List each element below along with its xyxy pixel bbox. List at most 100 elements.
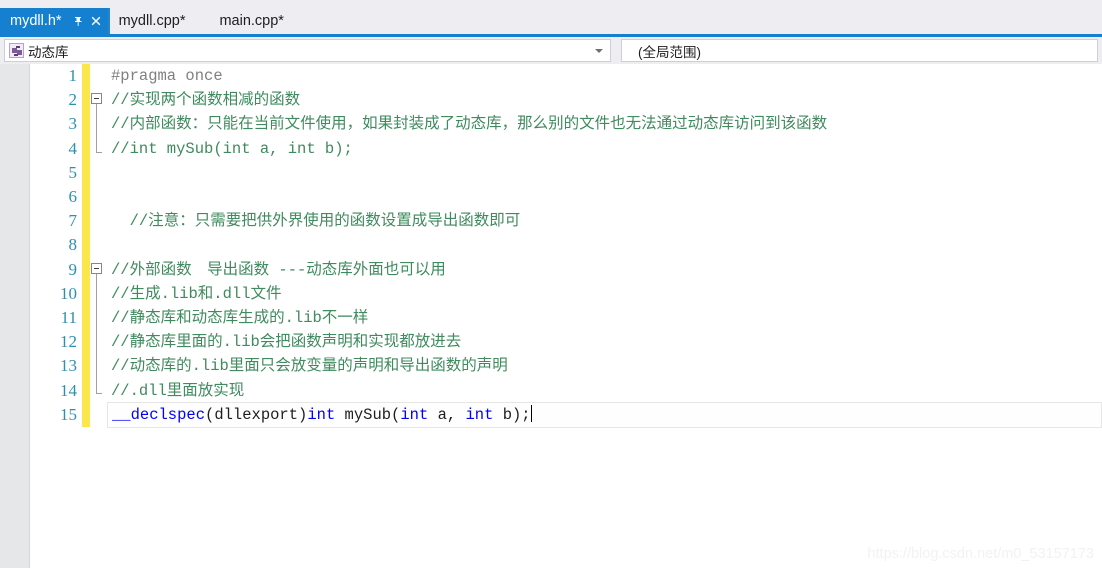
collapse-icon[interactable] — [91, 262, 102, 274]
tab-list: mydll.h* mydll.cpp* main.cpp* — [0, 8, 292, 34]
code-token: #pragma once — [111, 67, 223, 86]
code-line[interactable]: 5 — [31, 160, 1102, 185]
line-number: 5 — [68, 162, 78, 182]
change-bar — [82, 233, 90, 258]
fold-column[interactable] — [90, 330, 106, 355]
fold-column[interactable] — [90, 403, 106, 427]
tab-mydll-h-[interactable]: mydll.h* — [0, 8, 108, 34]
change-bar — [82, 305, 90, 331]
change-bar — [82, 378, 90, 403]
fold-column[interactable] — [90, 378, 106, 402]
code-token: //静态库里面的.lib会把函数声明和实现都放进去 — [111, 333, 462, 352]
fold-guide-end — [96, 378, 102, 395]
line-number: 12 — [60, 332, 77, 352]
fold-column[interactable] — [90, 209, 106, 233]
fold-column[interactable] — [90, 354, 106, 379]
fold-column[interactable] — [90, 161, 106, 185]
chevron-down-icon[interactable] — [595, 48, 603, 53]
fold-column[interactable] — [90, 185, 106, 209]
line-number: 6 — [68, 187, 78, 207]
code-text[interactable]: //生成.lib和.dll文件 — [106, 282, 1102, 306]
member-dropdown[interactable]: (全局范围) — [621, 39, 1098, 62]
indicator-margin[interactable] — [0, 64, 30, 568]
fold-column[interactable] — [90, 136, 106, 161]
fold-column[interactable] — [90, 233, 106, 257]
scope-dropdown[interactable]: 动态库 — [4, 39, 611, 62]
fold-column[interactable] — [90, 258, 106, 282]
code-line[interactable]: 2 //实现两个函数相减的函数 — [31, 88, 1102, 113]
fold-column[interactable] — [90, 64, 106, 88]
change-bar — [82, 184, 90, 210]
code-line[interactable]: 13 //动态库的.lib里面只会放变量的声明和导出函数的声明 — [31, 354, 1102, 379]
code-token: __declspec — [112, 405, 206, 424]
code-line[interactable]: 14 //.dll里面放实现 — [31, 378, 1102, 403]
line-number: 9 — [68, 259, 78, 279]
code-line[interactable]: 4 //int mySub(int a, int b); — [31, 136, 1102, 161]
line-number: 2 — [68, 90, 78, 110]
line-number: 8 — [68, 235, 78, 255]
editor-tab-strip: mydll.h* mydll.cpp* main.cpp* — [0, 0, 1102, 37]
line-number: 13 — [60, 356, 77, 376]
change-bar — [82, 64, 90, 89]
collapse-icon[interactable] — [91, 93, 102, 105]
code-line[interactable]: 7 //注意：只需要把供外界使用的函数设置成导出函数即可 — [31, 209, 1102, 234]
code-lines[interactable]: 1 #pragma once 2 //实现两个函数相减的函数 3 //内部函数：只能在当前… — [31, 64, 1102, 568]
code-token: //注意：只需要把供外界使用的函数设置成导出函数即可 — [111, 212, 521, 231]
text-caret — [530, 404, 532, 422]
code-text[interactable]: #pragma once — [106, 64, 1102, 88]
code-token: mySub( — [335, 405, 401, 424]
code-text[interactable]: //静态库里面的.lib会把函数声明和实现都放进去 — [106, 330, 1102, 354]
code-text[interactable]: //内部函数：只能在当前文件使用，如果封装成了动态库，那么别的文件也无法通过动态… — [106, 112, 1102, 136]
code-token: int — [465, 405, 494, 424]
tab-main-cpp-[interactable]: main.cpp* — [193, 8, 292, 34]
fold-column[interactable] — [90, 112, 106, 137]
change-bar — [82, 330, 90, 355]
line-number: 11 — [60, 307, 77, 327]
line-number: 14 — [60, 380, 77, 400]
close-icon[interactable] — [89, 14, 103, 28]
code-text[interactable]: //int mySub(int a, int b); — [106, 137, 1102, 161]
code-token: //.dll里面放实现 — [111, 381, 245, 400]
fold-column[interactable] — [90, 88, 106, 113]
code-token: //外部函数 导出函数 ---动态库外面也可以用 — [111, 260, 446, 279]
code-line[interactable]: 12 //静态库里面的.lib会把函数声明和实现都放进去 — [31, 330, 1102, 355]
scope-dropdown-value: 动态库 — [28, 44, 69, 60]
code-editor[interactable]: 1 #pragma once 2 //实现两个函数相减的函数 3 //内部函数：只能在当前… — [0, 64, 1102, 568]
tab-label: mydll.cpp* — [118, 13, 186, 29]
namespace-icon — [9, 43, 24, 58]
code-token: a, — [428, 405, 466, 424]
line-number: 7 — [68, 211, 78, 231]
line-number: 3 — [68, 114, 78, 134]
pin-icon[interactable] — [71, 14, 85, 28]
code-text[interactable]: __declspec(dllexport)int mySub(int a, in… — [107, 401, 1102, 428]
tab-mydll-cpp-[interactable]: mydll.cpp* — [107, 8, 194, 34]
code-line[interactable]: 9 //外部函数 导出函数 ---动态库外面也可以用 — [31, 257, 1102, 282]
code-text[interactable]: //.dll里面放实现 — [106, 379, 1102, 403]
code-text[interactable]: //注意：只需要把供外界使用的函数设置成导出函数即可 — [106, 209, 1102, 233]
code-line[interactable]: 1 #pragma once — [31, 64, 1102, 89]
fold-guide-line — [96, 330, 97, 355]
change-bar — [82, 354, 90, 379]
fold-column[interactable] — [90, 281, 106, 306]
code-line[interactable]: 11 //静态库和动态库生成的.lib不一样 — [31, 305, 1102, 331]
navigation-bar: 动态库 (全局范围) — [0, 37, 1102, 64]
code-text[interactable]: //实现两个函数相减的函数 — [106, 88, 1102, 112]
code-line[interactable]: 3 //内部函数：只能在当前文件使用，如果封装成了动态库，那么别的文件也无法通过动… — [31, 112, 1102, 137]
tab-icon-group — [71, 14, 103, 28]
code-line[interactable]: 8 — [31, 233, 1102, 258]
fold-column[interactable] — [90, 305, 106, 331]
code-text[interactable]: //外部函数 导出函数 ---动态库外面也可以用 — [106, 258, 1102, 282]
fold-guide-line — [96, 281, 97, 306]
watermark-text: https://blog.csdn.net/m0_53157173 — [867, 546, 1094, 562]
change-bar — [82, 281, 90, 306]
code-text[interactable]: //动态库的.lib里面只会放变量的声明和导出函数的声明 — [106, 354, 1102, 378]
change-bar — [82, 88, 90, 113]
change-bar — [82, 402, 90, 427]
code-line[interactable]: 15 __declspec(dllexport)int mySub(int a, … — [31, 401, 1102, 428]
fold-guide-line — [96, 354, 97, 379]
fold-guide-end — [96, 136, 102, 153]
code-text[interactable]: //静态库和动态库生成的.lib不一样 — [106, 306, 1102, 330]
fold-guide-line — [96, 112, 97, 137]
code-line[interactable]: 6 — [31, 184, 1102, 210]
code-line[interactable]: 10 //生成.lib和.dll文件 — [31, 281, 1102, 306]
